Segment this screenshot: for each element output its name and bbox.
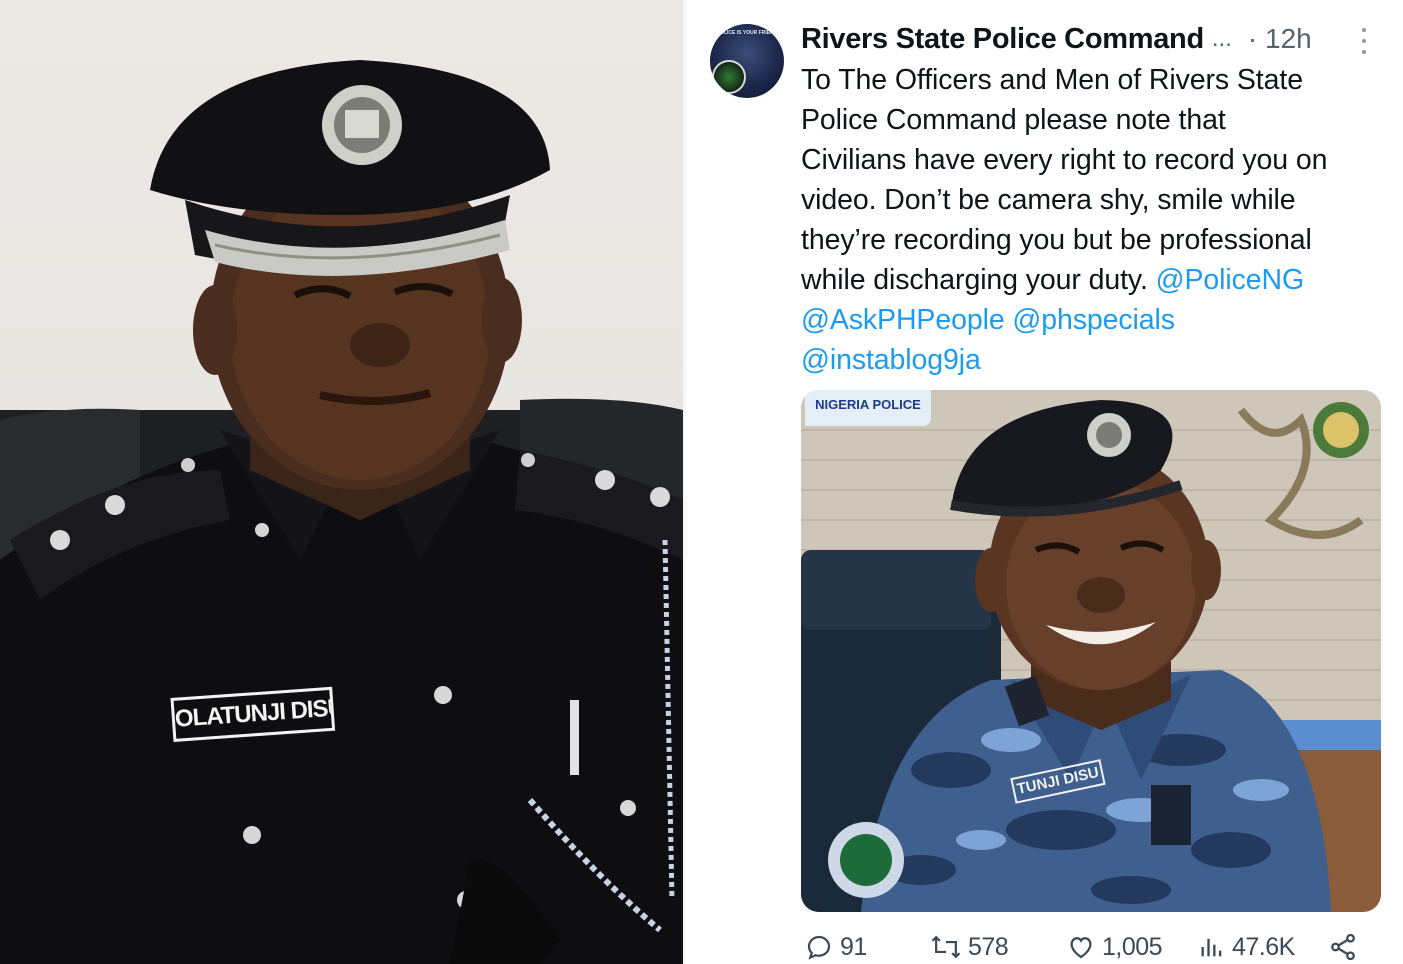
officer-portrait-photo: OLATUNJI DISU xyxy=(0,0,683,964)
mention-link[interactable]: @instablog9ja xyxy=(801,344,981,376)
media-illustration xyxy=(801,390,1381,912)
like-count: 1,005 xyxy=(1102,932,1163,961)
officer-portrait-illustration xyxy=(0,60,683,964)
post-header: Rivers State Police Command ... · 12h xyxy=(801,20,1381,58)
post-timestamp[interactable]: · 12h xyxy=(1248,23,1312,55)
mention-link[interactable]: @phspecials xyxy=(1012,304,1175,336)
heart-icon xyxy=(1070,937,1092,959)
share-icon xyxy=(1331,933,1355,961)
author-name[interactable]: Rivers State Police Command xyxy=(801,23,1204,56)
repost-count: 578 xyxy=(968,932,1009,961)
wall-sign: NIGERIA POLICE xyxy=(805,390,931,426)
author-handle-truncated: ... xyxy=(1211,25,1232,52)
author-avatar[interactable]: POLICE IS YOUR FRIEND xyxy=(710,24,784,98)
mention-link[interactable]: @PoliceNG xyxy=(1156,264,1305,296)
post-card: POLICE IS YOUR FRIEND Rivers State Polic… xyxy=(686,0,1403,964)
mentions-line: @AskPHPeople @phspecials xyxy=(801,300,1391,340)
repost-icon xyxy=(931,935,961,959)
post-body: To The Officers and Men of Rivers State … xyxy=(801,60,1391,380)
post-text-line: while discharging your duty. xyxy=(801,264,1148,296)
view-count: 47.6K xyxy=(1232,932,1295,961)
views-button[interactable]: 47.6K xyxy=(1198,930,1295,964)
post-text-line: video. Don’t be camera shy, smile while xyxy=(801,184,1296,216)
post-actions-bar: 91 578 1,005 47.6K xyxy=(804,930,1364,964)
more-options-icon[interactable] xyxy=(1354,28,1374,54)
reply-icon xyxy=(807,935,831,960)
post-text-line: they’re recording you but be professiona… xyxy=(801,224,1312,256)
post-text-line-with-mention: while discharging your duty. @PoliceNG xyxy=(801,260,1391,300)
avatar-logo-text: POLICE IS YOUR FRIEND xyxy=(716,30,778,36)
views-chart-icon xyxy=(1201,938,1222,957)
post-text-line: To The Officers and Men of Rivers State xyxy=(801,64,1303,96)
post-media-image[interactable]: NIGERIA POLICE TUNJI DISU xyxy=(801,390,1381,912)
share-button[interactable] xyxy=(1328,930,1358,964)
post-text-line: Civilians have every right to record you… xyxy=(801,144,1328,176)
police-badge-icon xyxy=(712,60,746,94)
like-button[interactable]: 1,005 xyxy=(1066,930,1163,964)
post-text-line: Police Command please note that xyxy=(801,104,1226,136)
repost-button[interactable]: 578 xyxy=(930,930,1009,964)
mention-link[interactable]: @AskPHPeople xyxy=(801,304,1005,336)
mentions-line: @instablog9ja xyxy=(801,340,1391,380)
reply-button[interactable]: 91 xyxy=(804,930,867,964)
reply-count: 91 xyxy=(840,932,867,961)
